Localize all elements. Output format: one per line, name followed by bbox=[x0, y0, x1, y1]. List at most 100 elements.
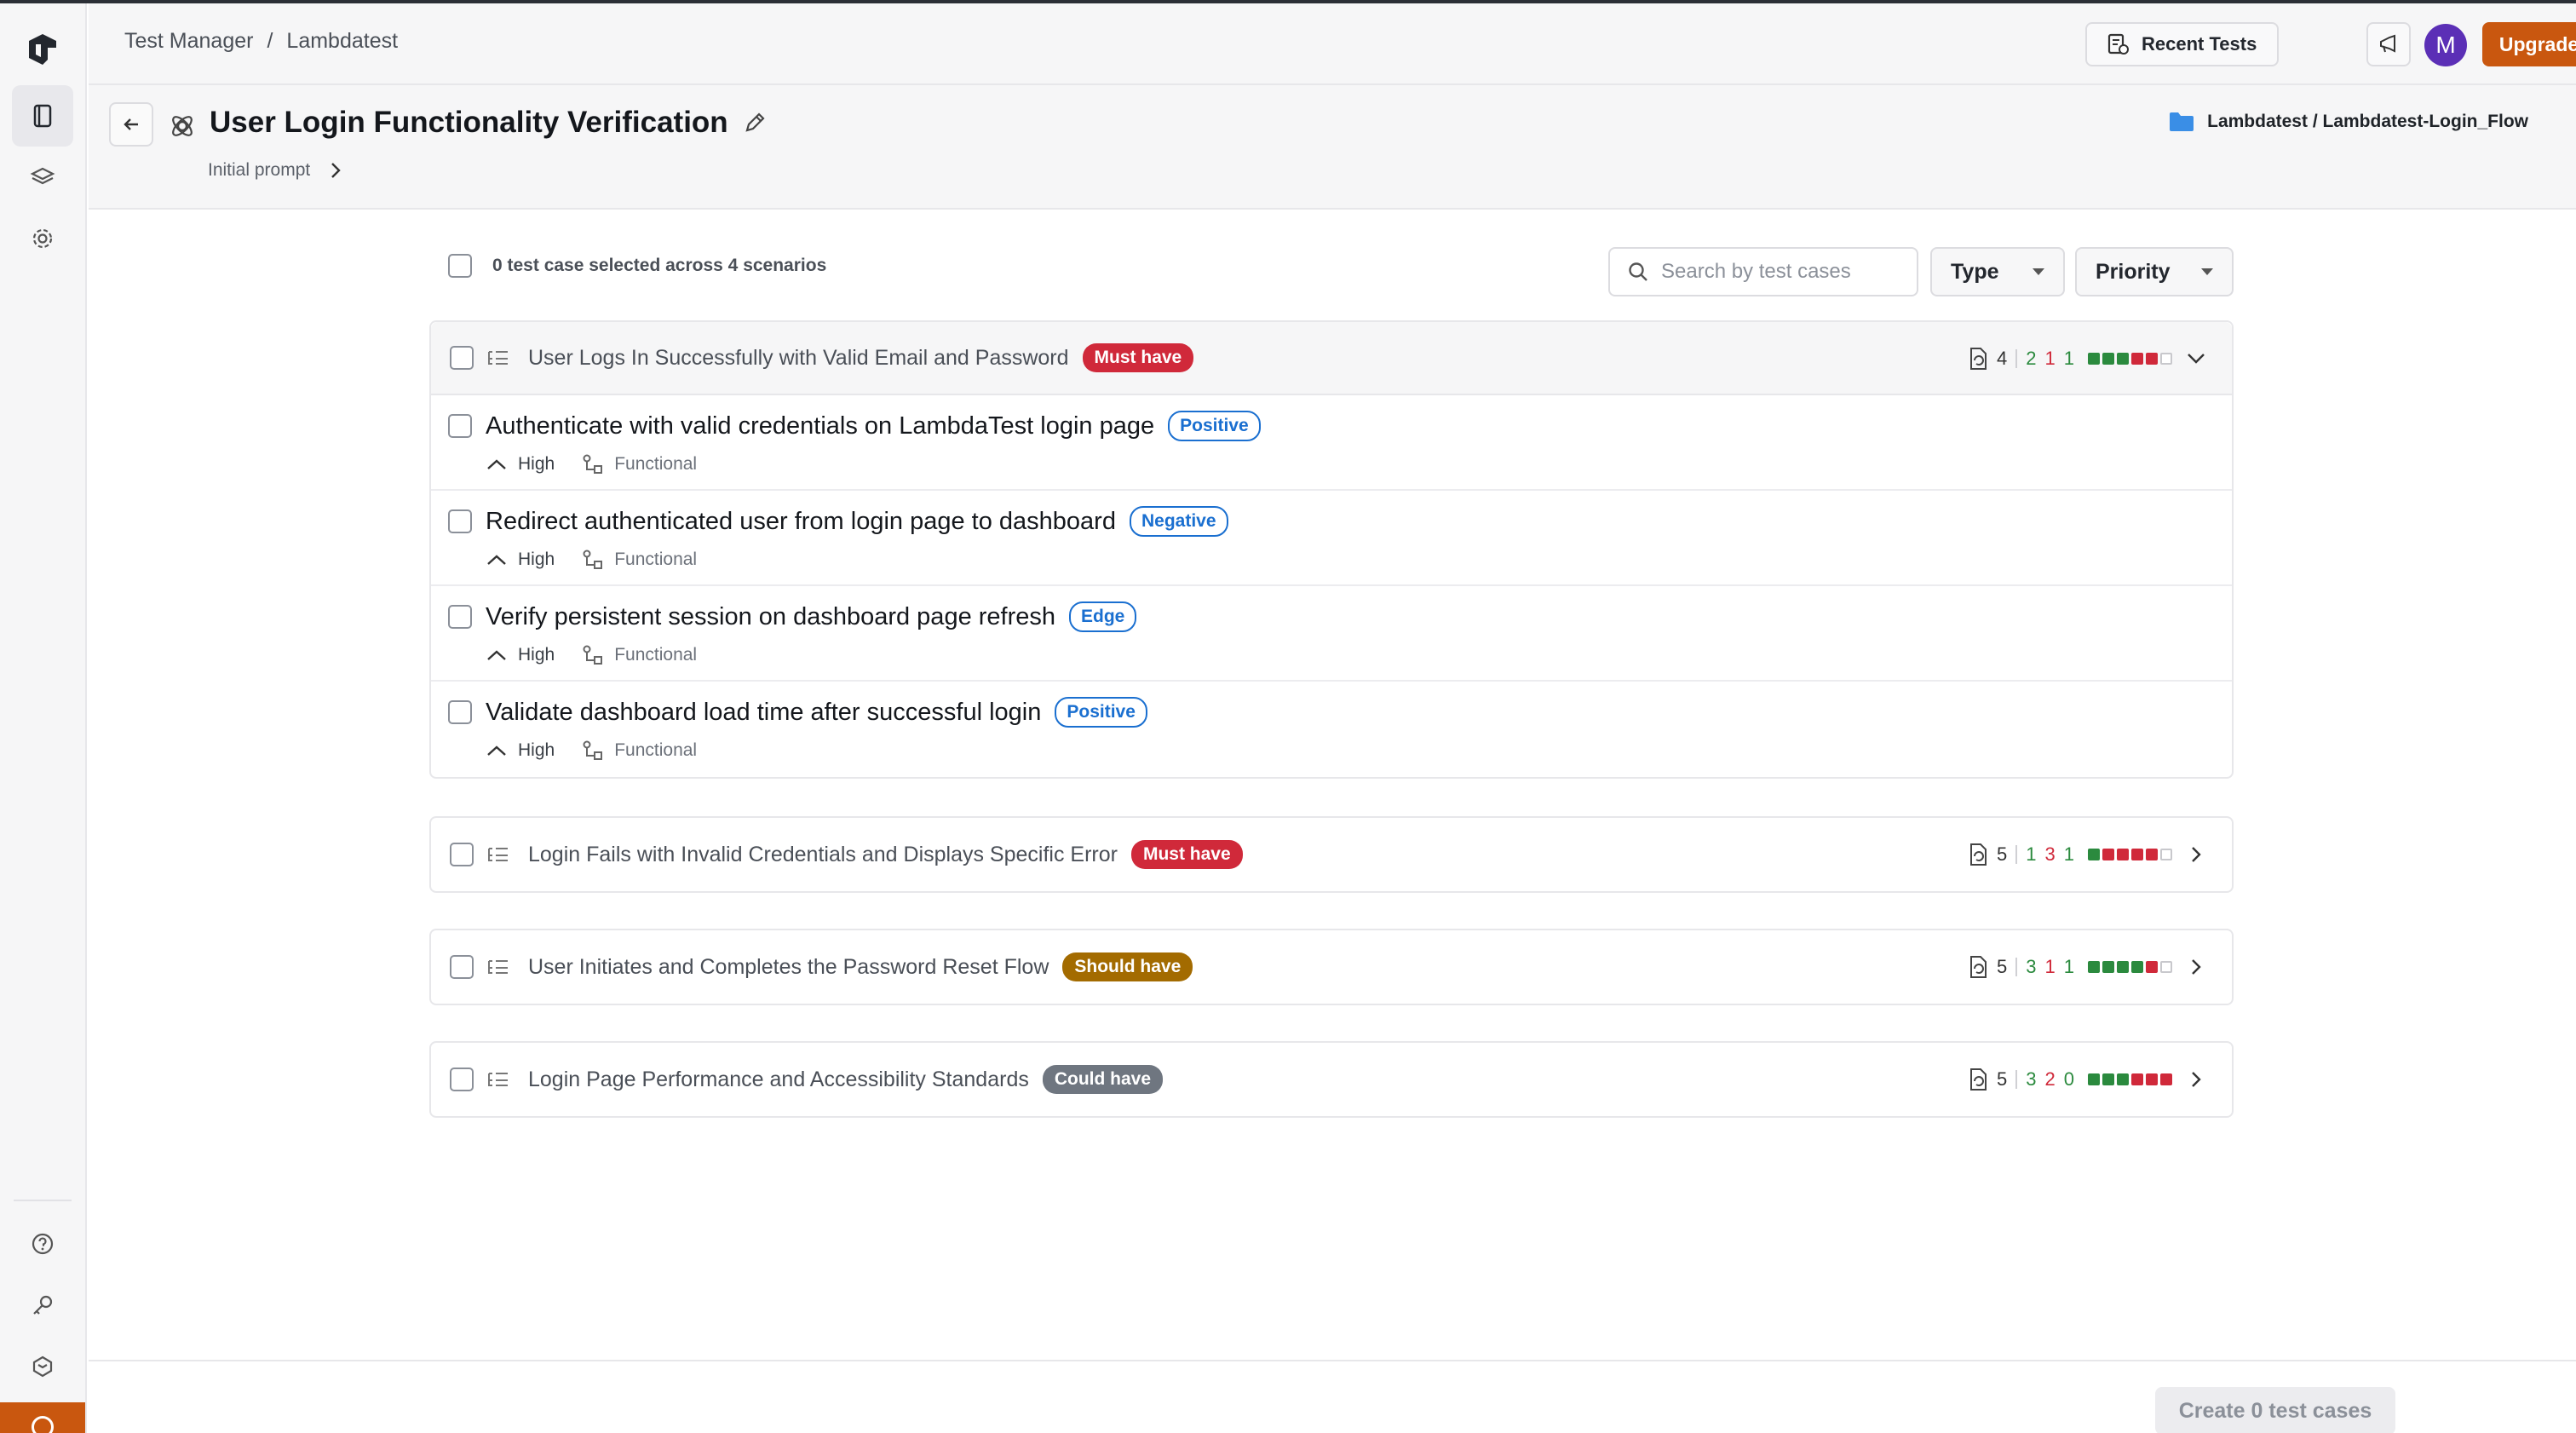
scenario-title: User Logs In Successfully with Valid Ema… bbox=[528, 345, 1069, 370]
negative-count: 2 bbox=[2044, 1068, 2056, 1090]
test-case-row[interactable]: Redirect authenticated user from login p… bbox=[431, 491, 2232, 586]
search-input[interactable] bbox=[1661, 260, 1908, 284]
recent-tests-button[interactable]: Recent Tests bbox=[2085, 22, 2280, 66]
test-count-icon bbox=[1970, 1068, 1987, 1091]
search-input-container[interactable] bbox=[1608, 247, 1918, 296]
chevron-right-icon[interactable] bbox=[2186, 1070, 2206, 1089]
scenario-checkbox[interactable] bbox=[450, 346, 474, 370]
create-test-cases-button[interactable]: Create 0 test cases bbox=[2155, 1387, 2395, 1433]
account-circle-icon bbox=[32, 1416, 54, 1433]
coverage-segment bbox=[2131, 961, 2143, 973]
breadcrumb-separator: / bbox=[267, 29, 273, 53]
type-filter-dropdown[interactable]: Type bbox=[1930, 247, 2065, 296]
priority-filter-label: Priority bbox=[2096, 259, 2171, 284]
logo-icon[interactable] bbox=[12, 19, 73, 80]
scenario-checkbox[interactable] bbox=[450, 955, 474, 979]
coverage-segment bbox=[2146, 961, 2158, 973]
scenario-header[interactable]: User Initiates and Completes the Passwor… bbox=[431, 930, 2232, 1004]
stat-separator bbox=[2015, 349, 2018, 368]
settings-icon[interactable] bbox=[12, 208, 73, 269]
coverage-bars bbox=[2088, 961, 2172, 973]
coverage-segment bbox=[2088, 849, 2100, 860]
test-case-title: Validate dashboard load time after succe… bbox=[486, 698, 1042, 726]
folder-path[interactable]: Lambdatest / Lambdatest-Login_Flow bbox=[2168, 111, 2528, 133]
avatar[interactable]: M bbox=[2424, 24, 2467, 66]
coverage-segment bbox=[2117, 353, 2129, 365]
select-all-checkbox[interactable] bbox=[448, 254, 472, 278]
selection-summary: 0 test case selected across 4 scenarios bbox=[492, 256, 827, 275]
coverage-segment bbox=[2088, 353, 2100, 365]
coverage-segment bbox=[2102, 961, 2114, 973]
back-arrow-icon bbox=[124, 118, 138, 130]
test-case-row[interactable]: Verify persistent session on dashboard p… bbox=[431, 586, 2232, 682]
scenario-checkbox[interactable] bbox=[450, 1068, 474, 1091]
test-case-checkbox[interactable] bbox=[448, 509, 472, 533]
edge-count: 1 bbox=[2063, 348, 2074, 369]
sidebar-account-button[interactable] bbox=[0, 1402, 85, 1433]
upgrade-now-button[interactable]: Upgrade Now bbox=[2482, 22, 2576, 66]
test-case-checkbox[interactable] bbox=[448, 414, 472, 438]
scenario-list-icon bbox=[488, 960, 508, 974]
priority-label: High bbox=[518, 550, 555, 569]
test-manager-icon[interactable] bbox=[12, 85, 73, 147]
scenario-header[interactable]: Login Page Performance and Accessibility… bbox=[431, 1043, 2232, 1116]
scenario-stats: 5 1 3 1 bbox=[1968, 818, 2172, 891]
coverage-bars bbox=[2088, 849, 2172, 860]
prompt-link[interactable]: Initial prompt bbox=[208, 160, 342, 181]
test-type-tag: Positive bbox=[1168, 411, 1261, 441]
scenario-card: User Logs In Successfully with Valid Ema… bbox=[429, 320, 2234, 779]
coverage-segment bbox=[2160, 1073, 2172, 1085]
scenario-checkbox[interactable] bbox=[450, 843, 474, 866]
coverage-segment bbox=[2102, 353, 2114, 365]
test-count: 5 bbox=[1997, 1068, 2008, 1090]
stat-separator bbox=[2015, 845, 2018, 864]
coverage-segment bbox=[2160, 961, 2172, 973]
scenario-header[interactable]: Login Fails with Invalid Credentials and… bbox=[431, 818, 2232, 891]
breadcrumb-item-test-manager[interactable]: Test Manager bbox=[124, 29, 253, 54]
layers-icon[interactable] bbox=[12, 147, 73, 208]
priority-high-icon bbox=[487, 555, 506, 565]
priority-filter-dropdown[interactable]: Priority bbox=[2075, 247, 2234, 296]
priority-label: High bbox=[518, 454, 555, 474]
folder-icon bbox=[2170, 112, 2194, 131]
priority-label: High bbox=[518, 740, 555, 760]
scenario-list-icon bbox=[488, 1073, 508, 1086]
announcement-button[interactable] bbox=[2366, 22, 2411, 66]
test-case-row[interactable]: Authenticate with valid credentials on L… bbox=[431, 395, 2232, 491]
type-label: Functional bbox=[614, 645, 698, 665]
chevron-down-icon[interactable] bbox=[2186, 349, 2206, 366]
functional-type-icon bbox=[583, 550, 603, 569]
edit-pencil-icon[interactable] bbox=[743, 111, 767, 135]
caret-down-icon bbox=[2201, 268, 2213, 275]
back-button[interactable] bbox=[109, 102, 153, 147]
scenario-title: Login Fails with Invalid Credentials and… bbox=[528, 842, 1118, 866]
coverage-segment bbox=[2131, 849, 2143, 860]
test-case-row[interactable]: Validate dashboard load time after succe… bbox=[431, 682, 2232, 777]
page-title: User Login Functionality Verification bbox=[210, 106, 728, 139]
coverage-segment bbox=[2102, 849, 2114, 860]
type-label: Functional bbox=[614, 454, 698, 474]
scenario-stats: 5 3 2 0 bbox=[1968, 1043, 2172, 1116]
type-label: Functional bbox=[614, 550, 698, 569]
scenario-card: User Initiates and Completes the Passwor… bbox=[429, 929, 2234, 1005]
negative-count: 1 bbox=[2044, 348, 2056, 369]
chevron-right-icon[interactable] bbox=[2186, 958, 2206, 976]
integrations-icon[interactable] bbox=[12, 1336, 73, 1397]
coverage-segment bbox=[2088, 961, 2100, 973]
test-case-checkbox[interactable] bbox=[448, 605, 472, 629]
coverage-segment bbox=[2102, 1073, 2114, 1085]
top-bar: Test Manager / Lambdatest Recent Tests M… bbox=[89, 3, 2576, 85]
coverage-segment bbox=[2088, 1073, 2100, 1085]
scenario-header[interactable]: User Logs In Successfully with Valid Ema… bbox=[431, 322, 2232, 395]
moscow-badge: Should have bbox=[1062, 952, 1193, 981]
help-icon[interactable] bbox=[12, 1213, 73, 1275]
coverage-segment bbox=[2160, 849, 2172, 860]
chevron-right-icon[interactable] bbox=[2186, 845, 2206, 864]
test-case-checkbox[interactable] bbox=[448, 700, 472, 724]
test-count: 5 bbox=[1997, 956, 2008, 977]
breadcrumb-item-lambdatest[interactable]: Lambdatest bbox=[286, 29, 398, 54]
prompt-label: Initial prompt bbox=[208, 160, 311, 180]
positive-count: 1 bbox=[2026, 843, 2037, 865]
key-icon[interactable] bbox=[12, 1275, 73, 1336]
ai-generate-icon bbox=[172, 116, 193, 136]
